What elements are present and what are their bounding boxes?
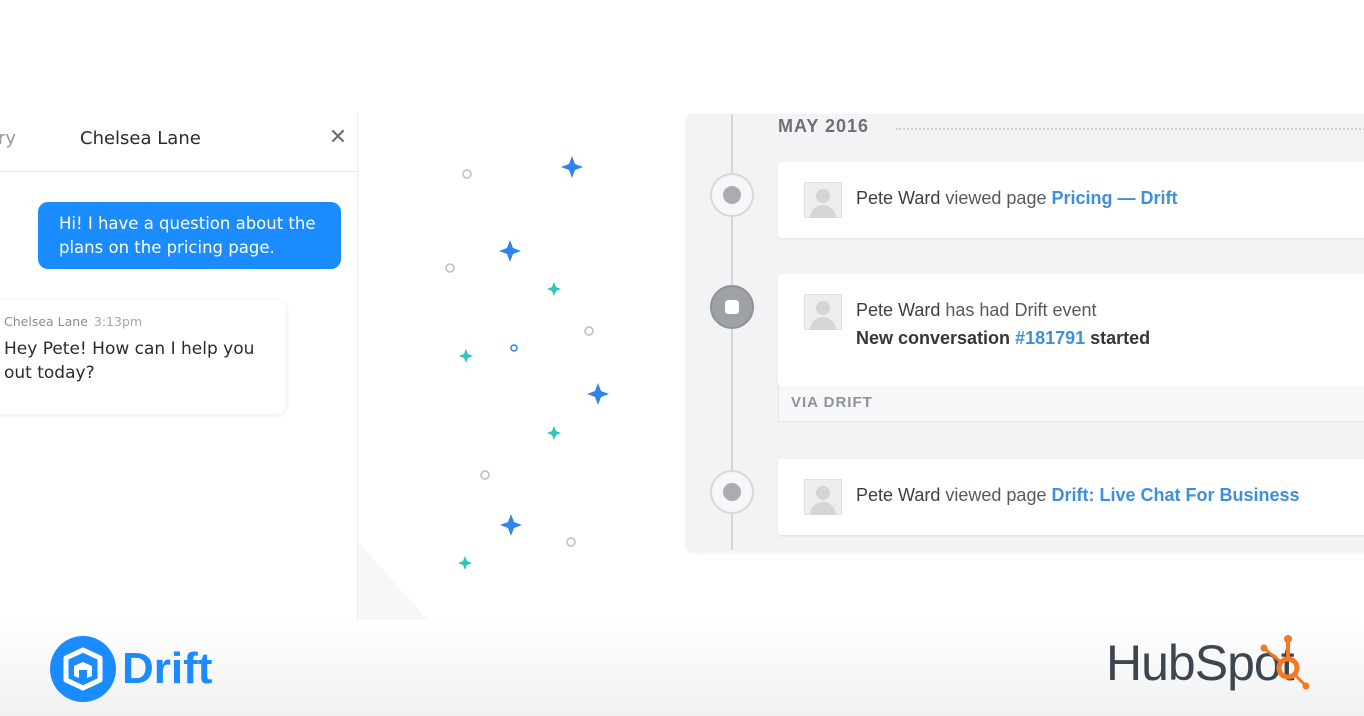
avatar (804, 294, 842, 330)
avatar (804, 182, 842, 218)
event-page-link[interactable]: Drift: Live Chat For Business (1051, 485, 1299, 505)
activity-timeline: MAY 2016 Pete Ward viewed page Pricing —… (686, 114, 1364, 550)
sparkle-blue (500, 514, 522, 536)
chat-panel: ry Chelsea Lane ✕ Hi! I have a question … (0, 114, 358, 634)
outgoing-message: Hi! I have a question about the plans on… (38, 202, 341, 269)
conversation-link[interactable]: #181791 (1015, 328, 1085, 348)
event-text: Pete Ward viewed page Drift: Live Chat F… (856, 485, 1300, 506)
ring-dot (445, 263, 455, 273)
event-text: Pete Ward viewed page Pricing — Drift (856, 188, 1178, 209)
sparkle-teal (547, 282, 561, 296)
ring-dot (510, 344, 518, 352)
sparkle-teal (459, 349, 473, 363)
event-detail-prefix: New conversation (856, 328, 1011, 348)
ring-dot (480, 470, 490, 480)
event-action: viewed page (945, 485, 1047, 505)
close-icon[interactable]: ✕ (326, 126, 350, 150)
chat-title: Chelsea Lane (80, 128, 201, 149)
sparkle-blue (561, 156, 583, 178)
timeline-event-card[interactable]: Pete Ward viewed page Drift: Live Chat F… (778, 459, 1364, 535)
message-sender: Chelsea Lane (4, 314, 88, 329)
sparkle-teal (547, 426, 561, 440)
stage: ry Chelsea Lane ✕ Hi! I have a question … (0, 0, 1364, 716)
event-actor: Pete Ward (856, 485, 941, 505)
event-actor: Pete Ward (856, 188, 941, 208)
sparkle-blue (499, 240, 521, 262)
timeline-month: MAY 2016 (778, 116, 880, 137)
ring-dot (584, 326, 594, 336)
event-action: viewed page (945, 188, 1047, 208)
sparkle-decoration (445, 156, 609, 570)
drift-wordmark: Drift (122, 644, 213, 693)
month-divider (896, 128, 1364, 130)
event-page-link[interactable]: Pricing — Drift (1051, 188, 1177, 208)
sparkle-blue (587, 383, 609, 405)
ring-dot (462, 169, 472, 179)
chat-back-tab[interactable]: ry (0, 128, 16, 149)
chat-header: ry Chelsea Lane ✕ (0, 114, 358, 172)
avatar (804, 479, 842, 515)
sparkle-teal (458, 556, 472, 570)
event-actor: Pete Ward (856, 300, 941, 320)
drift-logo: Drift (48, 634, 238, 704)
ring-dot (566, 537, 576, 547)
message-body: Hey Pete! How can I help you out today? (4, 339, 255, 383)
incoming-message: Chelsea Lane 3:13pm Hey Pete! How can I h… (0, 300, 286, 414)
message-time: 3:13pm (93, 314, 143, 329)
message-meta: Chelsea Lane 3:13pm (4, 314, 276, 329)
event-action: has had Drift event (945, 300, 1097, 320)
drift-badge-icon (50, 636, 116, 702)
event-detail: New conversation #181791 started (856, 328, 1150, 349)
timeline-event-card[interactable]: Pete Ward has had Drift event New conver… (778, 274, 1364, 386)
drift-event-icon (710, 285, 754, 329)
globe-icon (710, 173, 754, 217)
globe-icon (710, 470, 754, 514)
timeline-event-card[interactable]: Pete Ward viewed page Pricing — Drift (778, 162, 1364, 238)
event-detail-suffix: started (1090, 328, 1151, 348)
event-text: Pete Ward has had Drift event (856, 300, 1096, 321)
event-source-footer: VIA DRIFT (778, 386, 1364, 422)
hubspot-logo: HubSpot (1106, 630, 1336, 700)
hubspot-sprocket-icon (1260, 635, 1310, 690)
